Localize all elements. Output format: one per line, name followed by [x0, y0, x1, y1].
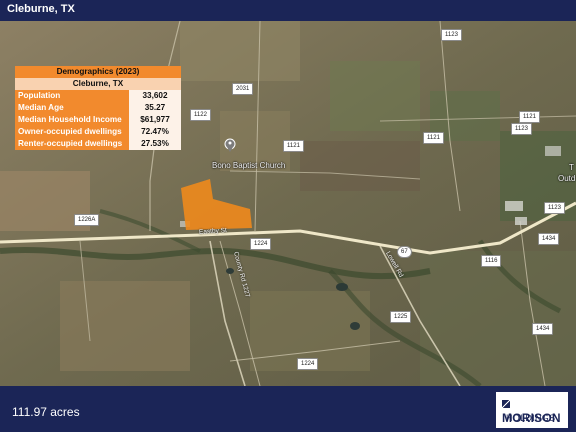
demographics-table: Demographics (2023) Cleburne, TX Populat…	[15, 66, 181, 150]
road-shield-1434: 1434	[538, 233, 560, 245]
row-label: Median Household Income	[15, 114, 129, 126]
table-row: Median Age 35.27	[15, 102, 181, 114]
logo-mark-icon	[502, 400, 510, 408]
row-label: Owner-occupied dwellings	[15, 126, 129, 138]
table-row: Median Household Income $61,977	[15, 114, 181, 126]
row-label: Renter-occupied dwellings	[15, 138, 129, 150]
edge-label-bottom: Outd	[558, 174, 576, 183]
road-shield-1121: 1121	[283, 140, 304, 152]
row-value: 35.27	[129, 102, 181, 114]
table-row: Renter-occupied dwellings 27.53%	[15, 138, 181, 150]
road-shield-1121: 1121	[423, 132, 444, 144]
row-label: Population	[15, 90, 129, 102]
row-label: Median Age	[15, 102, 129, 114]
road-shield-1434: 1434	[532, 323, 554, 335]
road-shield-1226a: 1226A	[74, 214, 100, 226]
demographics-title: Demographics (2023)	[15, 66, 181, 78]
landmark-label: Bono Baptist Church	[212, 161, 286, 170]
table-row: Population 33,602	[15, 90, 181, 102]
row-value: $61,977	[129, 114, 181, 126]
road-shield-1224: 1224	[250, 238, 272, 250]
edge-label-top: T	[569, 163, 574, 172]
road-shield-2031: 2031	[232, 83, 254, 95]
road-shield-1225: 1225	[390, 311, 412, 323]
highway-shield-67: 67	[397, 246, 412, 258]
table-row: Owner-occupied dwellings 72.47%	[15, 126, 181, 138]
row-value: 33,602	[129, 90, 181, 102]
road-shield-1121: 1121	[519, 111, 540, 123]
footer-bar: 111.97 acres	[0, 386, 576, 432]
row-value: 27.53%	[129, 138, 181, 150]
road-shield-1123: 1123	[544, 202, 565, 214]
road-shield-1116: 1116	[481, 255, 502, 267]
satellite-map[interactable]: Bono Baptist Church Eastby St County Rd …	[0, 21, 576, 386]
road-shield-1123: 1123	[511, 123, 532, 135]
acreage-label: 111.97 acres	[12, 405, 80, 419]
road-shield-1224: 1224	[297, 358, 319, 370]
row-value: 72.47%	[129, 126, 181, 138]
road-shield-1122: 1122	[190, 109, 211, 121]
location-title: Cleburne, TX	[7, 3, 75, 15]
road-shield-1123: 1123	[441, 29, 462, 41]
title-bar: Cleburne, TX	[0, 0, 576, 21]
company-logo: MORISON HOLDINGS	[496, 392, 568, 428]
demographics-location: Cleburne, TX	[15, 78, 181, 90]
logo-line2: HOLDINGS	[506, 413, 556, 423]
